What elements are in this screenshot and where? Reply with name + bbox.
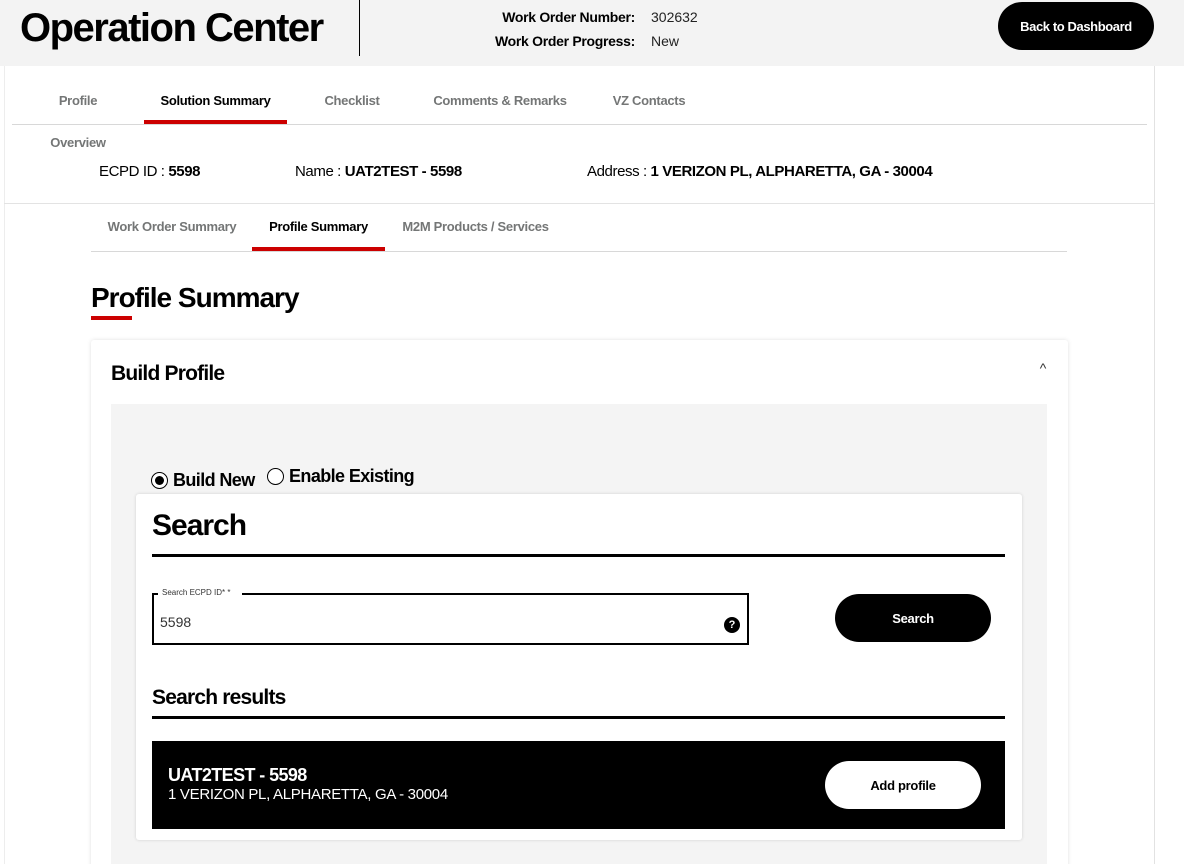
back-to-dashboard-button[interactable]: Back to Dashboard xyxy=(998,2,1154,50)
app-header: Operation Center Work Order Number: Work… xyxy=(0,0,1184,66)
search-ecpd-input[interactable] xyxy=(160,611,710,633)
help-icon[interactable]: ? xyxy=(724,617,740,633)
tab-work-order-summary[interactable]: Work Order Summary xyxy=(107,206,237,251)
search-card: Search Search ECPD ID* * ? Search Search… xyxy=(136,494,1022,840)
build-profile-card: Build Profile ^ Build New Enable Existin… xyxy=(91,340,1068,864)
page-title: Profile Summary xyxy=(91,282,300,313)
tab-checklist[interactable]: Checklist xyxy=(312,80,392,124)
address-label: Address : xyxy=(587,163,651,180)
build-profile-title: Build Profile xyxy=(111,362,225,385)
build-profile-panel: Build New Enable Existing Search Search … xyxy=(111,404,1047,864)
search-results-title: Search results xyxy=(152,686,286,709)
address-value: 1 VERIZON PL, ALPHARETTA, GA - 30004 xyxy=(650,163,933,180)
ecpd-id-value: 5598 xyxy=(168,163,201,180)
name-label: Name : xyxy=(295,163,345,180)
radio-build-new-label: Build New xyxy=(173,470,255,490)
search-ecpd-field: Search ECPD ID* * ? xyxy=(152,588,749,645)
radio-enable-existing[interactable]: Enable Existing xyxy=(267,464,415,488)
build-option-radio-group: Build New Enable Existing xyxy=(151,464,422,490)
ecpd-id-info: ECPD ID : 5598 xyxy=(99,160,201,184)
work-order-number-label: Work Order Number: xyxy=(502,9,635,25)
work-order-labels: Work Order Number: Work Order Progress: xyxy=(440,5,635,53)
search-title: Search xyxy=(152,509,247,542)
add-profile-button[interactable]: Add profile xyxy=(825,761,981,809)
work-order-number: 302632 xyxy=(651,9,698,25)
radio-enable-existing-label: Enable Existing xyxy=(289,466,415,486)
content-left-edge xyxy=(4,66,5,864)
tab-profile-overview[interactable]: Profile Overview xyxy=(32,80,124,150)
result-name: UAT2TEST - 5598 xyxy=(168,765,307,785)
chevron-up-icon[interactable]: ^ xyxy=(1035,360,1051,376)
info-divider xyxy=(4,203,1154,204)
radio-selected-icon xyxy=(151,471,168,489)
address-info: Address : 1 VERIZON PL, ALPHARETTA, GA -… xyxy=(587,160,933,184)
tab-profile-summary[interactable]: Profile Summary xyxy=(252,206,385,251)
tab-solution-summary[interactable]: Solution Summary xyxy=(144,80,287,124)
app-title: Operation Center xyxy=(20,6,324,50)
search-ecpd-label: Search ECPD ID* * xyxy=(162,588,231,597)
ecpd-id-label: ECPD ID : xyxy=(99,163,169,180)
name-value: UAT2TEST - 5598 xyxy=(344,163,462,180)
search-button[interactable]: Search xyxy=(835,594,991,642)
work-order-values: 302632 New xyxy=(651,5,698,53)
main-tabs: Profile Overview Solution Summary Checkl… xyxy=(12,80,1147,150)
sub-tabs: Work Order Summary Profile Summary M2M P… xyxy=(91,206,1067,252)
radio-build-new[interactable]: Build New xyxy=(151,468,255,492)
tab-comments-remarks[interactable]: Comments & Remarks xyxy=(430,80,570,124)
work-order-progress: New xyxy=(651,33,680,49)
content-right-edge xyxy=(1154,66,1155,864)
page-title-underline xyxy=(91,316,132,320)
result-address: 1 VERIZON PL, ALPHARETTA, GA - 30004 xyxy=(168,786,448,803)
tab-vz-contacts[interactable]: VZ Contacts xyxy=(604,80,694,124)
header-divider xyxy=(359,0,360,56)
work-order-progress-label: Work Order Progress: xyxy=(494,33,635,49)
tab-m2m-products-services[interactable]: M2M Products / Services xyxy=(401,206,550,251)
search-result-item: UAT2TEST - 5598 1 VERIZON PL, ALPHARETTA… xyxy=(152,741,1005,829)
search-results-rule xyxy=(152,716,1005,719)
radio-unselected-icon xyxy=(267,467,285,485)
customer-info-row: ECPD ID : 5598 Name : UAT2TEST - 5598 Ad… xyxy=(0,160,1154,184)
search-title-rule xyxy=(152,554,1005,557)
name-info: Name : UAT2TEST - 5598 xyxy=(295,160,462,184)
